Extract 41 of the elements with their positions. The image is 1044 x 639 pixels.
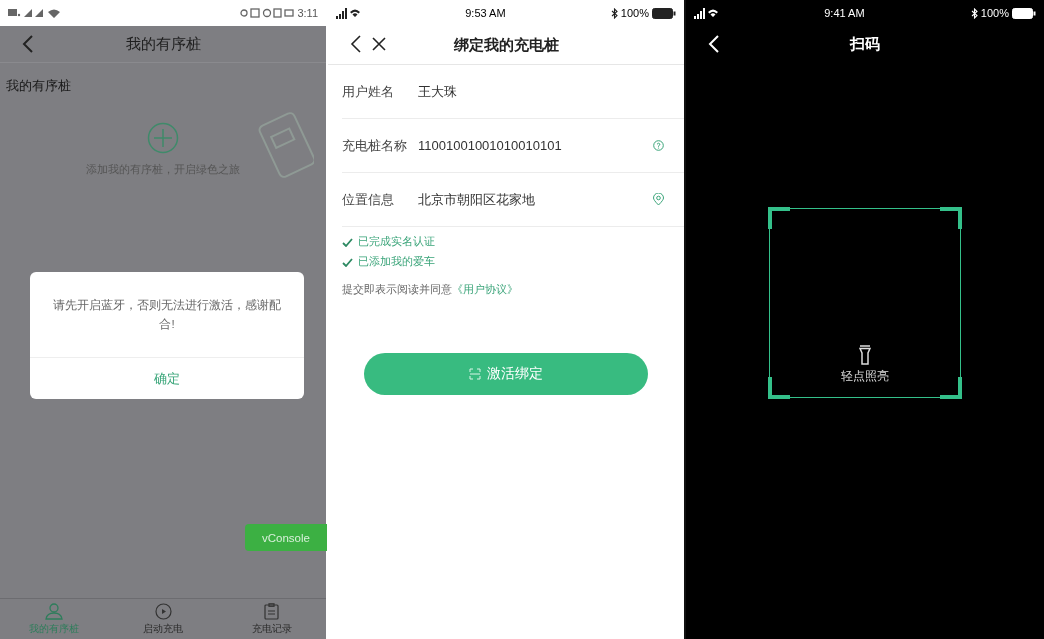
field-label: 位置信息 xyxy=(342,190,395,209)
battery-percent: 100% xyxy=(980,7,1009,19)
field-label: 用户姓名 xyxy=(342,82,395,101)
bluetooth-icon xyxy=(610,7,618,19)
battery-percent: 100% xyxy=(620,7,649,19)
tab-bar-item[interactable]: 启动充电 xyxy=(108,599,218,639)
back-icon[interactable] xyxy=(350,34,362,54)
scan-icon xyxy=(469,368,481,380)
dialog-message: 请先开启蓝牙，否则无法进行激活，感谢配合! xyxy=(52,298,282,332)
close-icon[interactable] xyxy=(372,37,386,51)
clipboard-icon xyxy=(264,602,280,620)
field-label: 充电桩名称 xyxy=(342,136,408,155)
section-title: 我的有序桩 xyxy=(5,77,72,95)
user-agreement-link[interactable]: 《用户协议》 xyxy=(452,283,518,295)
check-item-text: 已添加我的爱车 xyxy=(358,255,435,269)
header-title: 我的有序桩 xyxy=(125,34,201,54)
play-icon xyxy=(154,602,172,620)
confirm-button[interactable]: 确定 xyxy=(30,357,304,399)
tab-bar-item[interactable]: 充电记录 xyxy=(217,599,326,639)
field-value: 11001001001010010101 xyxy=(418,138,563,153)
field-value: 北京市朝阳区花家地 xyxy=(418,190,536,209)
status-time: 9:53 AM xyxy=(465,7,506,19)
status-time: 9:41 AM xyxy=(824,7,865,19)
flashlight-button[interactable]: 轻点照亮 xyxy=(841,345,889,385)
field-value: 王大珠 xyxy=(418,82,458,101)
activate-bind-button[interactable]: 激活绑定 xyxy=(364,353,648,395)
status-icons-drawing xyxy=(240,8,295,18)
flashlight-icon xyxy=(859,345,871,365)
location-pin-icon[interactable] xyxy=(653,193,664,206)
header-title: 扫码 xyxy=(850,34,880,54)
person-icon xyxy=(45,602,64,620)
bluetooth-icon xyxy=(970,7,978,19)
header-title: 绑定我的充电桩 xyxy=(453,35,559,55)
check-item-text: 已完成实名认证 xyxy=(358,235,435,249)
agreement-text: 提交即表示阅读并同意《用户协议》 xyxy=(342,283,518,295)
signal-icon xyxy=(336,7,360,19)
battery-icon xyxy=(652,7,676,19)
vconsole-button[interactable]: vConsole xyxy=(245,524,327,551)
status-time: 3:11 xyxy=(297,7,318,19)
battery-icon xyxy=(1012,7,1036,19)
signal-icon xyxy=(694,7,718,19)
